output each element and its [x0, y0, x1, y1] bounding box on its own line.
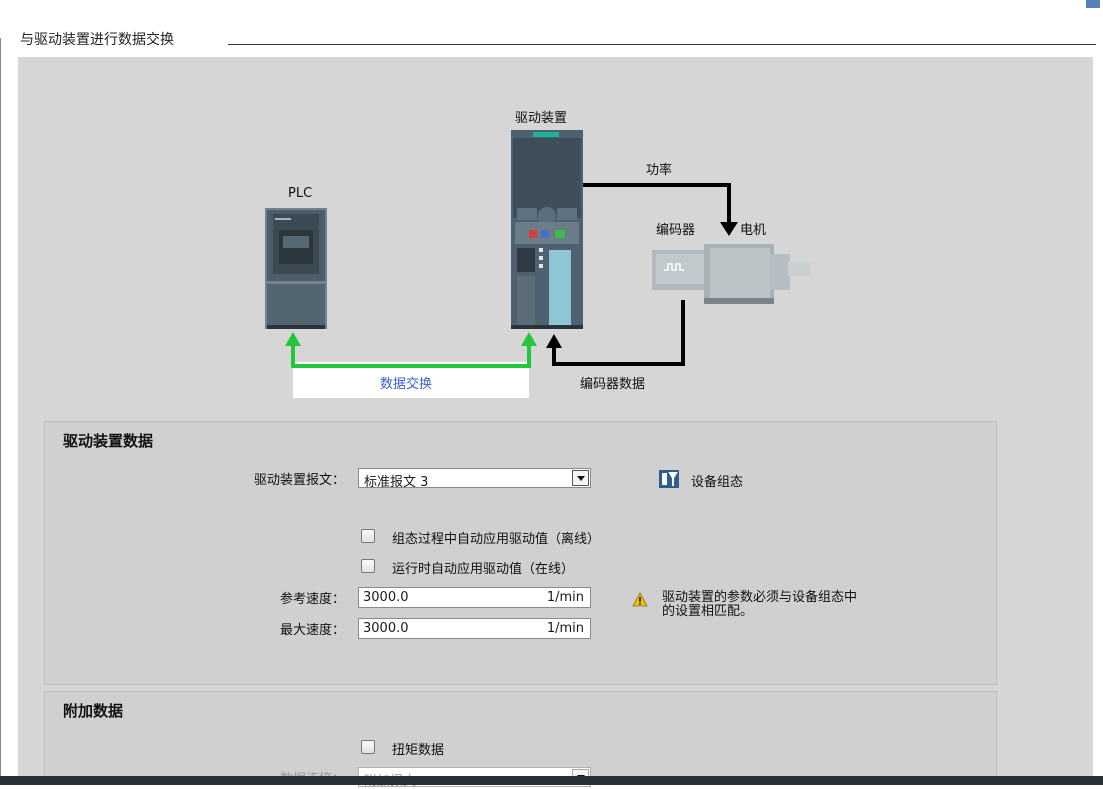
- ref-speed-label: 参考速度：: [279, 592, 345, 607]
- data-exchange-line: [291, 344, 531, 368]
- plc-arrow-icon: [285, 332, 301, 346]
- warning-text-line2: 的设置相匹配。: [662, 604, 754, 619]
- telegram-label: 驱动装置报文：: [253, 473, 345, 488]
- auto-online-checkbox[interactable]: [361, 559, 375, 573]
- max-speed-value: 3000.0: [363, 621, 409, 636]
- ref-speed-field[interactable]: 3000.0 1/min: [358, 587, 591, 608]
- max-speed-label: 最大速度：: [279, 623, 345, 638]
- telegram-select[interactable]: 标准报文 3: [358, 468, 591, 490]
- ref-speed-value: 3000.0: [363, 590, 409, 605]
- drive-arrow-icon: [521, 332, 537, 346]
- extra-data-group: 附加数据 扭矩数据 数据连接： 附加报文: [44, 691, 997, 789]
- auto-offline-label: 组态过程中自动应用驱动值（离线）: [392, 532, 601, 547]
- power-line: [583, 183, 731, 224]
- bottom-bar: [0, 776, 1103, 785]
- ref-speed-unit: 1/min: [546, 590, 584, 605]
- max-speed-unit: 1/min: [546, 621, 584, 636]
- drive-device-icon: [511, 130, 583, 329]
- motor-icon: [652, 244, 810, 304]
- auto-online-label: 运行时自动应用驱动值（在线）: [392, 562, 575, 577]
- auto-offline-checkbox[interactable]: [361, 529, 375, 543]
- torque-label: 扭矩数据: [392, 743, 445, 758]
- extra-data-title: 附加数据: [63, 702, 124, 720]
- encoder-arrow-icon: [546, 334, 562, 348]
- device-config-icon[interactable]: [659, 470, 679, 488]
- warning-icon: [632, 592, 648, 607]
- max-speed-field[interactable]: 3000.0 1/min: [358, 618, 591, 639]
- chevron-down-icon[interactable]: [572, 470, 589, 486]
- device-config-link[interactable]: 设备组态: [691, 471, 743, 490]
- power-arrow-icon: [720, 222, 738, 236]
- plc-device-icon: [265, 208, 327, 329]
- drive-data-title: 驱动装置数据: [63, 432, 154, 450]
- telegram-value: 标准报文 3: [364, 475, 429, 490]
- torque-checkbox[interactable]: [361, 740, 375, 754]
- drive-data-group: 驱动装置数据 驱动装置报文： 标准报文 3 设备组态 组态过程中自动应用驱动值（…: [44, 421, 997, 685]
